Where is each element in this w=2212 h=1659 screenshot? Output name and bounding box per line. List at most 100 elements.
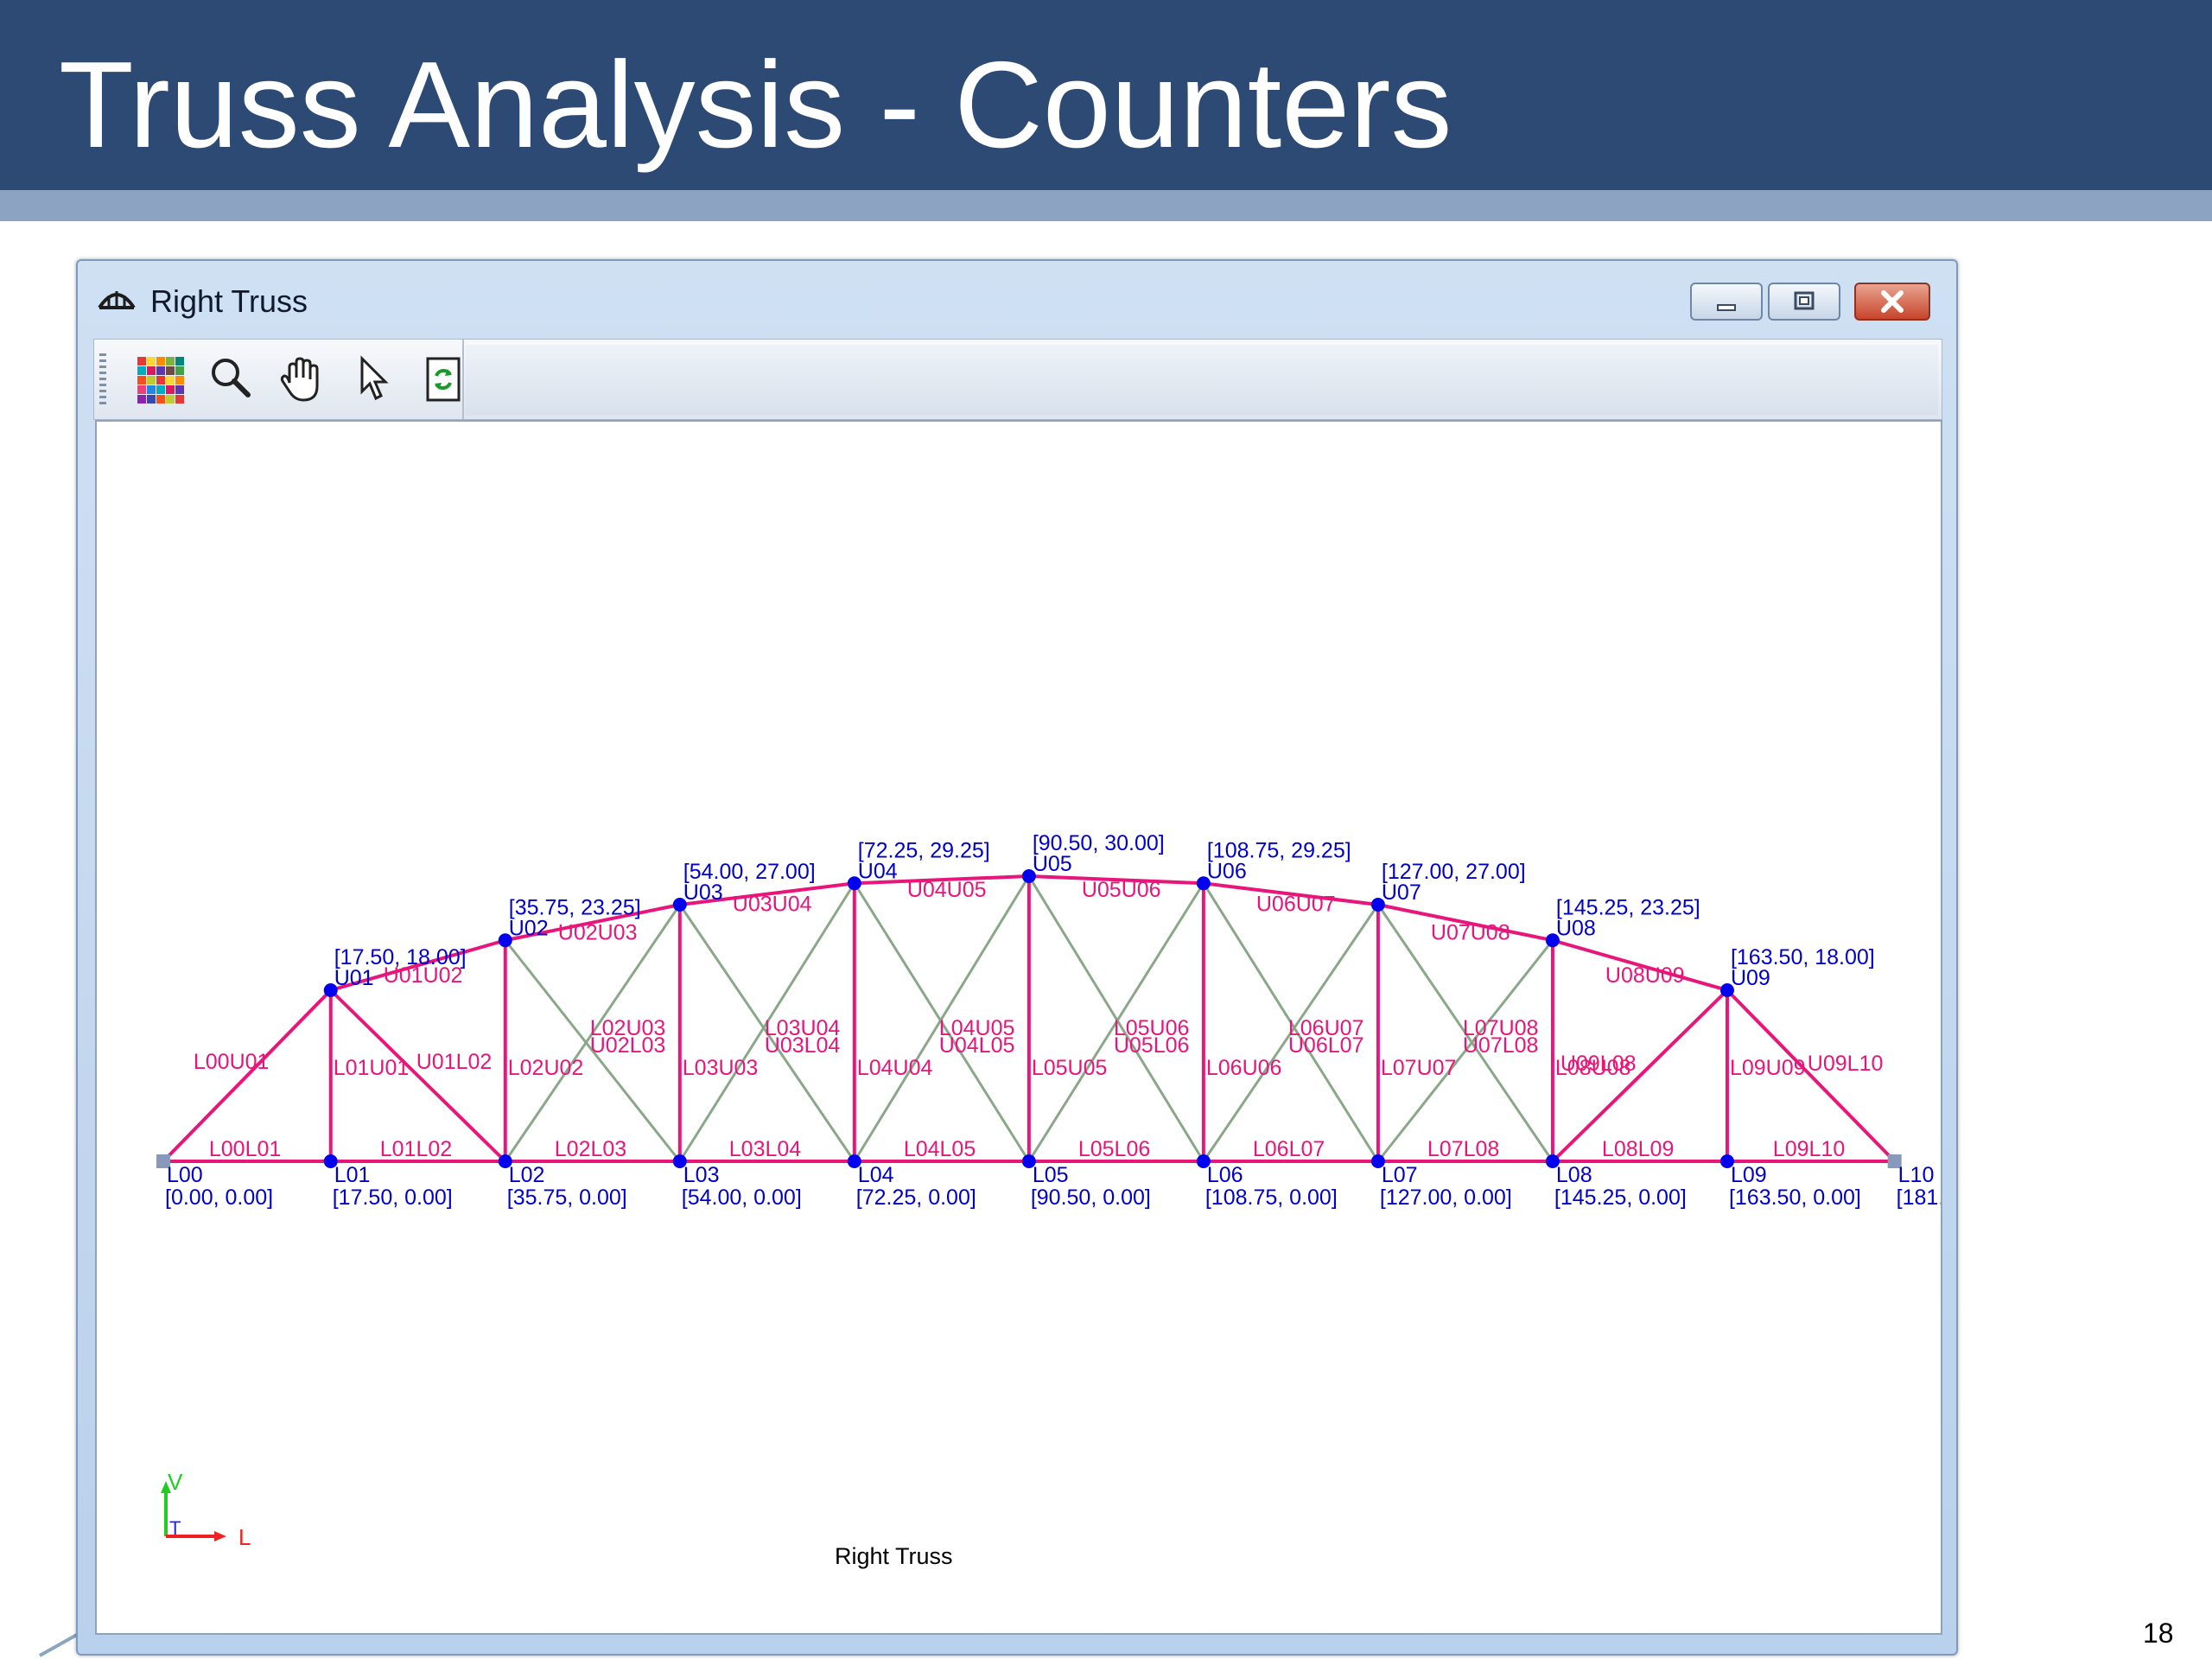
bottom-chord-label: L01L02 xyxy=(380,1137,452,1161)
vertical-label: L09U09 xyxy=(1730,1056,1806,1080)
minimize-button[interactable] xyxy=(1690,283,1763,321)
vertical-label: L06U06 xyxy=(1206,1056,1282,1080)
lower-node-coord: [72.25, 0.00] xyxy=(856,1185,976,1210)
lower-node-label: L08 xyxy=(1556,1163,1592,1187)
axis-l-label: L xyxy=(238,1524,251,1550)
slide-header-band xyxy=(0,190,2212,221)
axis-v-label: V xyxy=(168,1469,183,1495)
upper-node-coord: [35.75, 23.25] xyxy=(509,895,641,919)
lower-node-coord: [108.75, 0.00] xyxy=(1205,1185,1338,1210)
upper-node-label: U03 xyxy=(683,880,723,905)
end-diagonal-label: U09L08 xyxy=(1560,1052,1637,1076)
canvas-caption: Right Truss xyxy=(835,1543,953,1569)
axis-l-arrow xyxy=(214,1531,226,1541)
top-chord-label: U01U02 xyxy=(384,963,463,988)
lower-node-coord: [163.50, 0.00] xyxy=(1729,1185,1861,1210)
lower-node-label: L01 xyxy=(334,1163,371,1187)
minimize-icon xyxy=(1717,304,1736,311)
axis-triad: V L T xyxy=(161,1469,251,1550)
counter-diagonal-label: U02L03 xyxy=(590,1033,666,1058)
truss-window: Right Truss L00 [0.00, 0.00] L01 [17.50,… xyxy=(76,259,1958,1656)
truss-canvas[interactable]: L00 [0.00, 0.00] L01 [17.50, 0.00] L02 [35.75… xyxy=(95,420,1942,1635)
counter-diagonal-label: U04L05 xyxy=(939,1033,1015,1058)
upper-node-label: U07 xyxy=(1382,880,1421,905)
upper-node-label: U06 xyxy=(1207,859,1247,883)
upper-node-coord: [90.50, 30.00] xyxy=(1033,831,1165,855)
counter-diagonal-label: U03L04 xyxy=(765,1033,841,1058)
maximize-icon xyxy=(1794,291,1815,310)
select-arrow-icon[interactable] xyxy=(345,352,400,407)
lower-node-label: L09 xyxy=(1731,1163,1767,1187)
lower-node-label: L04 xyxy=(858,1163,894,1187)
upper-node-label: U02 xyxy=(509,916,549,940)
upper-node-label: U05 xyxy=(1033,852,1072,876)
toolbar-grip[interactable] xyxy=(99,353,106,407)
bottom-chord-label: L07L08 xyxy=(1427,1137,1499,1161)
bottom-chord-label: L08L09 xyxy=(1602,1137,1674,1161)
maximize-button[interactable] xyxy=(1768,283,1840,321)
counter-diagonal-label: U05L06 xyxy=(1114,1033,1190,1058)
lower-node-label: L03 xyxy=(683,1163,720,1187)
page-number: 18 xyxy=(2143,1618,2174,1649)
lower-node-label: L06 xyxy=(1207,1163,1243,1187)
vertical-label: L05U05 xyxy=(1032,1056,1108,1080)
upper-node-coord: [145.25, 23.25] xyxy=(1556,895,1700,919)
lower-node-coord: [127.00, 0.00] xyxy=(1380,1185,1512,1210)
lower-node-coord: [145.25, 0.00] xyxy=(1554,1185,1687,1210)
toolbar xyxy=(93,339,1942,420)
vertical-label: L04U04 xyxy=(857,1056,933,1080)
vertical-label: L01U01 xyxy=(334,1056,410,1080)
lower-node-label: L00 xyxy=(167,1163,203,1187)
upper-node-label: U09 xyxy=(1731,966,1770,990)
bottom-chord-label: L04L05 xyxy=(904,1137,976,1161)
lower-node-label: L10 xyxy=(1898,1163,1935,1187)
lower-node-coord: [17.50, 0.00] xyxy=(333,1185,453,1210)
lower-node-label: L05 xyxy=(1033,1163,1069,1187)
lower-node-label: L07 xyxy=(1382,1163,1418,1187)
vertical-label: L02U02 xyxy=(508,1056,584,1080)
window-title: Right Truss xyxy=(150,283,308,319)
upper-node-label: U01 xyxy=(334,966,374,990)
end-diagonal-label: L00U01 xyxy=(194,1050,270,1074)
end-diagonal-label: U01L02 xyxy=(416,1050,493,1074)
upper-node-coord: [127.00, 27.00] xyxy=(1382,860,1526,884)
close-icon xyxy=(1881,290,1904,313)
window-title-bar[interactable]: Right Truss xyxy=(78,261,1956,332)
vertical-label: L03U03 xyxy=(683,1056,759,1080)
lower-node-label: L02 xyxy=(509,1163,545,1187)
top-chord-label: U02U03 xyxy=(558,921,638,945)
top-chord-label: U04U05 xyxy=(907,878,987,902)
upper-node-coord: [54.00, 27.00] xyxy=(683,860,816,884)
truss-diagram[interactable]: L00[0.00, 0.00]L01[17.50, 0.00]L02[35.75… xyxy=(97,422,1941,1633)
bottom-chord-label: L03L04 xyxy=(729,1137,802,1161)
toolbar-empty-area xyxy=(466,345,1938,416)
slide-title: Truss Analysis - Counters xyxy=(59,36,1452,174)
lower-node-coord: [90.50, 0.00] xyxy=(1031,1185,1151,1210)
close-button[interactable] xyxy=(1854,283,1930,321)
zoom-icon[interactable] xyxy=(203,352,258,407)
top-chord-label: U06U07 xyxy=(1256,893,1336,917)
upper-node-label: U08 xyxy=(1556,916,1596,940)
axis-t-label: T xyxy=(169,1517,181,1539)
top-chord-label: U03U04 xyxy=(733,893,812,917)
lower-node-coord: [181.00, 0.00] xyxy=(1897,1185,1941,1210)
bottom-chord-label: L06L07 xyxy=(1253,1137,1325,1161)
lower-node-coord: [35.75, 0.00] xyxy=(507,1185,627,1210)
bottom-chord-label: L05L06 xyxy=(1078,1137,1150,1161)
color-palette-icon[interactable] xyxy=(132,352,188,407)
upper-node-label: U04 xyxy=(858,859,898,883)
counter-diagonal-label: U07L08 xyxy=(1463,1033,1539,1058)
upper-node-coord: [163.50, 18.00] xyxy=(1731,945,1875,969)
bottom-chord-label: L09L10 xyxy=(1773,1137,1845,1161)
bottom-chord-label: L00L01 xyxy=(209,1137,281,1161)
bottom-chord-label: L02L03 xyxy=(555,1137,626,1161)
upper-node-coord: [72.25, 29.25] xyxy=(858,838,990,862)
upper-node-coord: [108.75, 29.25] xyxy=(1207,838,1351,862)
end-diagonal-label: U09L10 xyxy=(1808,1052,1884,1076)
counter-diagonal-label: U06L07 xyxy=(1288,1033,1364,1058)
pan-hand-icon[interactable] xyxy=(274,352,329,407)
toolbar-separator xyxy=(462,340,464,419)
top-chord-label: U08U09 xyxy=(1605,963,1685,988)
truss-bridge-icon xyxy=(98,291,136,309)
lower-node-coord: [0.00, 0.00] xyxy=(165,1185,273,1210)
